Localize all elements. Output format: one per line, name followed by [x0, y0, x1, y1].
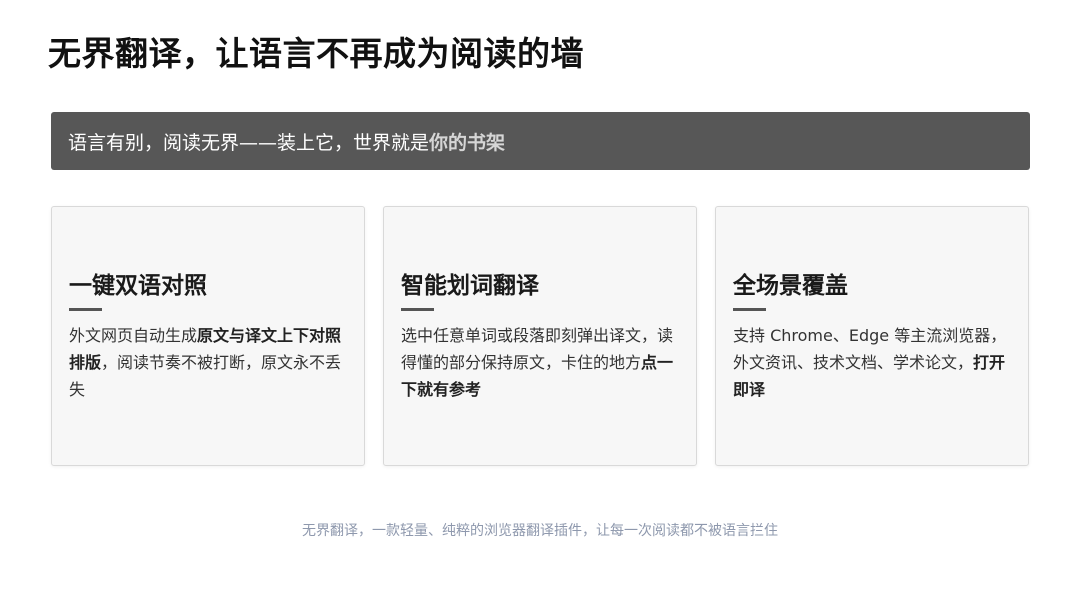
card-divider — [69, 308, 102, 311]
card-divider — [733, 308, 766, 311]
tagline-banner: 语言有别，阅读无界——装上它，世界就是 你的书架 — [51, 112, 1030, 170]
banner-emphasis: 你的书架 — [429, 131, 506, 154]
feature-card-selection: 智能划词翻译 选中任意单词或段落即刻弹出译文，读得懂的部分保持原文，卡住的地方点… — [383, 206, 697, 466]
feature-card-bilingual: 一键双语对照 外文网页自动生成原文与译文上下对照排版，阅读节奏不被打断，原文永不… — [51, 206, 365, 466]
card-description: 选中任意单词或段落即刻弹出译文，读得懂的部分保持原文，卡住的地方点一下就有参考 — [401, 322, 676, 403]
card-title: 全场景覆盖 — [733, 273, 848, 299]
card-divider — [401, 308, 434, 311]
card-desc-text: ，阅读节奏不被打断，原文永不丢失 — [69, 353, 342, 399]
card-title: 智能划词翻译 — [401, 273, 539, 299]
slide: 无界翻译，让语言不再成为阅读的墙 语言有别，阅读无界——装上它，世界就是 你的书架… — [0, 0, 1080, 608]
feature-card-coverage: 全场景覆盖 支持 Chrome、Edge 等主流浏览器，外文资讯、技术文档、学术… — [715, 206, 1029, 466]
card-desc-text: 外文网页自动生成 — [69, 326, 198, 345]
card-desc-text: 支持 Chrome、Edge 等主流浏览器，外文资讯、技术文档、学术论文， — [733, 326, 1007, 372]
footer-caption: 无界翻译，一款轻量、纯粹的浏览器翻译插件，让每一次阅读都不被语言拦住 — [302, 523, 778, 539]
feature-cards: 一键双语对照 外文网页自动生成原文与译文上下对照排版，阅读节奏不被打断，原文永不… — [51, 206, 1030, 466]
card-desc-text: 选中任意单词或段落即刻弹出译文，读得懂的部分保持原文，卡住的地方 — [401, 326, 674, 372]
card-description: 支持 Chrome、Edge 等主流浏览器，外文资讯、技术文档、学术论文，打开即… — [733, 322, 1008, 403]
banner-text: 语言有别，阅读无界——装上它，世界就是 — [68, 131, 430, 154]
page-title: 无界翻译，让语言不再成为阅读的墙 — [48, 34, 584, 73]
card-title: 一键双语对照 — [69, 273, 207, 299]
card-description: 外文网页自动生成原文与译文上下对照排版，阅读节奏不被打断，原文永不丢失 — [69, 322, 344, 403]
